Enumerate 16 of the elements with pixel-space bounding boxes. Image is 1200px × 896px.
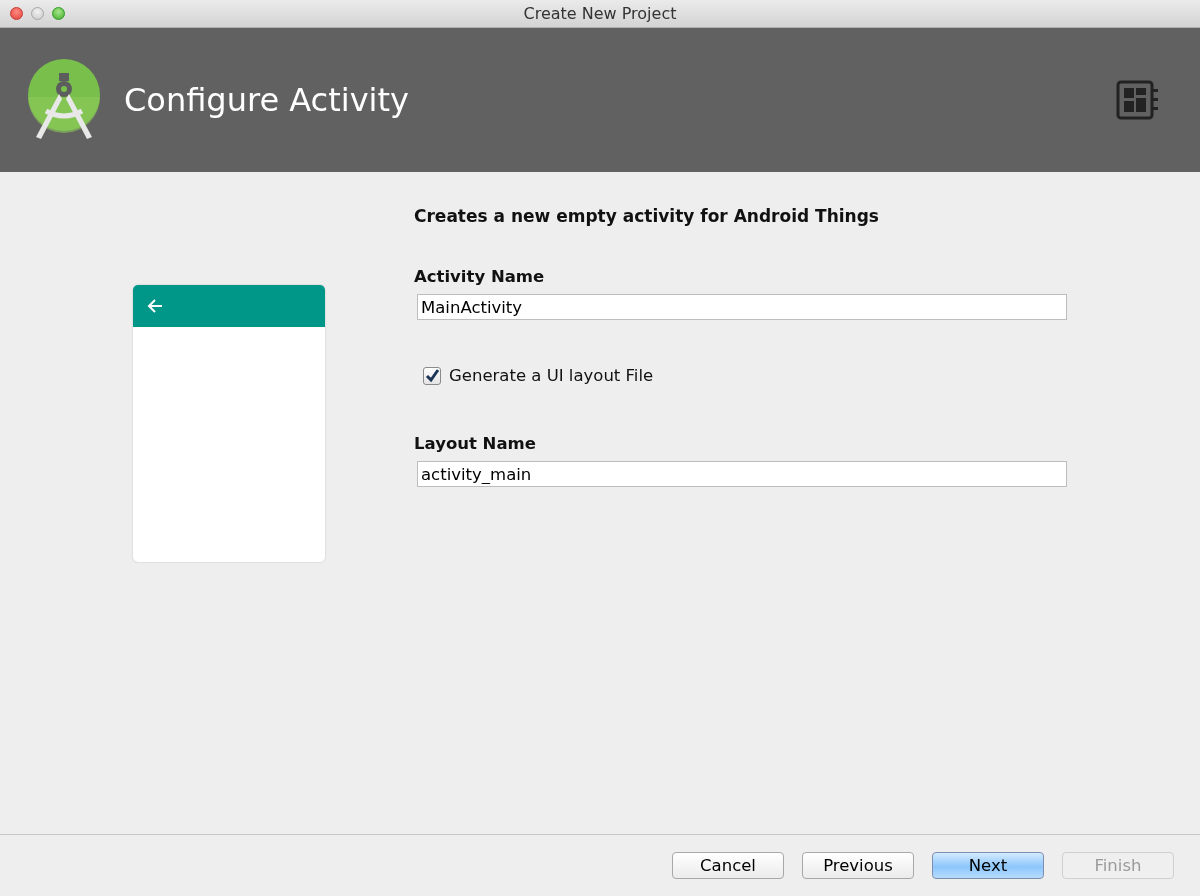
page-title: Configure Activity [124, 81, 410, 119]
close-button[interactable] [10, 7, 23, 20]
checkbox-label: Generate a UI layout File [449, 366, 654, 385]
checkbox[interactable] [423, 366, 441, 385]
description: Creates a new empty activity for Android Things [414, 206, 880, 228]
field-label: Layout Name [414, 434, 537, 453]
text-field[interactable]: activity_main [417, 461, 1067, 487]
zoom-button[interactable] [52, 7, 65, 20]
primary-button[interactable]: Next [932, 851, 1044, 879]
dialog-button[interactable]: Cancel [672, 851, 784, 879]
layout-blocks-icon [1116, 80, 1160, 120]
field-label: Activity Name [414, 267, 546, 286]
compass-logo-icon [26, 59, 102, 141]
dialog-button[interactable]: Previous [802, 851, 914, 879]
window-title: Create New Project [523, 4, 677, 23]
text-field[interactable]: MainActivity [417, 294, 1067, 320]
